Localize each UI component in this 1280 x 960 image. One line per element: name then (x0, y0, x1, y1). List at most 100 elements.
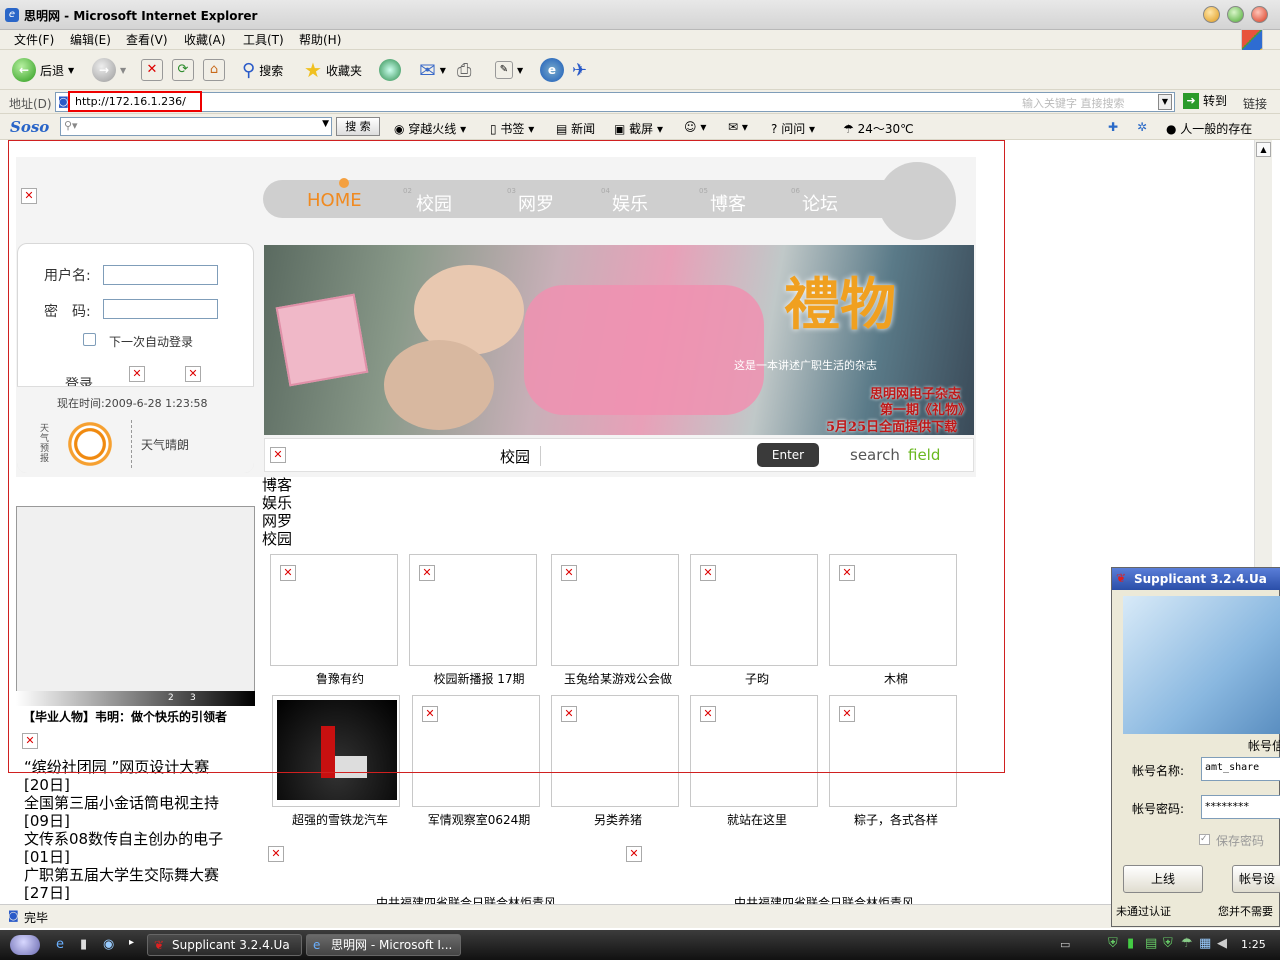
scroll-up-icon[interactable]: ▲ (1256, 142, 1271, 157)
network-tray-icon[interactable]: ▦ (1199, 936, 1211, 951)
ie-quicklaunch-icon[interactable]: e (56, 937, 64, 952)
menu-help[interactable]: 帮助(H) (297, 30, 343, 50)
keyboard-tray-icon[interactable]: ▭ (1060, 938, 1070, 951)
refresh-icon[interactable]: ⟳ (172, 59, 194, 81)
thumbnail[interactable]: ✕ (690, 695, 818, 807)
taskbar-item-ie[interactable]: e 思明网 - Microsoft I... (306, 934, 461, 956)
address-input[interactable] (55, 92, 1175, 112)
back-button[interactable]: ← 后退 ▼ (12, 56, 74, 84)
nav-entertainment[interactable]: 娱乐 (612, 190, 648, 216)
supplicant-window[interactable]: ❦ Supplicant 3.2.4.Ua 帐号信 帐号名称: amt_shar… (1111, 567, 1280, 927)
category-item[interactable]: 娱乐 (262, 494, 292, 512)
search-word[interactable]: search (850, 446, 900, 464)
menu-tools[interactable]: 工具(T) (241, 30, 286, 50)
links-label[interactable]: 链接 (1243, 95, 1267, 112)
password-input[interactable] (103, 299, 218, 319)
network-tray-icon[interactable]: ▤ (1145, 936, 1157, 951)
thumbnail[interactable]: ✕ (270, 554, 398, 666)
thumbnail-caption[interactable]: 就站在这里 (687, 811, 827, 828)
online-button[interactable]: 上线 (1123, 865, 1203, 893)
dropdown-arrow-icon[interactable]: ▼ (322, 119, 329, 129)
messenger-icon[interactable]: ✈ (572, 60, 587, 81)
home-icon[interactable]: ⌂ (203, 59, 225, 81)
menu-view[interactable]: 查看(V) (124, 30, 170, 50)
thumbnail[interactable]: ✕ (551, 695, 679, 807)
gear-icon[interactable]: ✲ (1137, 120, 1147, 134)
ie-icon[interactable]: e (540, 58, 564, 82)
thumbnail[interactable]: ✕ (829, 695, 957, 807)
thumbnail[interactable]: ✕ (409, 554, 537, 666)
search-button[interactable]: ⚲ 搜索 (242, 56, 283, 84)
soso-item-user[interactable]: ● 人一般的存在 (1166, 120, 1252, 137)
account-input[interactable]: amt_share (1201, 757, 1280, 781)
slideshow[interactable] (16, 506, 255, 706)
news-title[interactable]: “缤纷社团园 ”网页设计大赛 (24, 758, 209, 776)
field-word[interactable]: field (908, 446, 940, 464)
thumbnail-caption[interactable]: 军情观察室0624期 (409, 811, 549, 828)
emoticon-icon[interactable]: ☺ ▾ (684, 120, 706, 134)
soso-search-button[interactable]: 搜 索 (336, 117, 380, 136)
desktop-quicklaunch-icon[interactable]: ▮ (80, 937, 87, 952)
soso-item-news[interactable]: ▤ 新闻 (556, 120, 595, 137)
save-password-checkbox[interactable]: ✓ (1199, 834, 1210, 845)
menu-edit[interactable]: 编辑(E) (68, 30, 113, 50)
favorites-button[interactable]: ★ 收藏夹 (304, 56, 362, 84)
slide-page-3[interactable]: 3 (190, 693, 196, 703)
enter-button[interactable]: Enter (757, 443, 819, 467)
thumbnail[interactable]: ✕ (829, 554, 957, 666)
soso-item-weather[interactable]: ☂ 24～30℃ (843, 120, 914, 137)
window-titlebar[interactable]: e 思明网 - Microsoft Internet Explorer (0, 0, 1280, 30)
news-title[interactable]: 文传系08数传自主创办的电子 (24, 830, 223, 848)
forward-button[interactable]: → ▼ (92, 56, 126, 84)
quicklaunch-more-icon[interactable]: ▸ (129, 937, 134, 948)
category-item[interactable]: 博客 (262, 476, 292, 494)
taskbar-clock[interactable]: 1:25 (1241, 938, 1266, 951)
dropdown-arrow-icon[interactable]: ▼ (517, 66, 523, 75)
account-settings-button[interactable]: 帐号设 (1232, 865, 1280, 893)
thumbnail-caption[interactable]: 木棉 (826, 670, 966, 687)
nav-network[interactable]: 网罗 (518, 190, 554, 216)
soso-item-game[interactable]: ◉ 穿越火线 ▾ (394, 120, 466, 137)
news-title[interactable]: 全国第三届小金话筒电视主持 (24, 794, 219, 812)
soso-item-wenwen[interactable]: ? 问问 ▾ (771, 120, 815, 137)
soso-logo[interactable]: Soso (10, 118, 49, 136)
umbrella-tray-icon[interactable]: ☂ (1181, 936, 1193, 951)
search-category[interactable]: 校园 (500, 446, 530, 467)
media-quicklaunch-icon[interactable]: ◉ (103, 937, 114, 952)
thumbnail-caption[interactable]: 另类养猪 (548, 811, 688, 828)
nav-campus[interactable]: 校园 (416, 190, 452, 216)
auto-login-checkbox[interactable] (83, 333, 96, 346)
menu-favorites[interactable]: 收藏(A) (182, 30, 228, 50)
car-photo[interactable] (277, 700, 397, 800)
category-item[interactable]: 校园 (262, 530, 292, 548)
security-tray-icon[interactable]: ⛨ (1108, 936, 1118, 951)
dropdown-arrow-icon[interactable]: ▼ (440, 66, 446, 75)
thumbnail-caption[interactable]: 玉兔给某游戏公会做 (548, 670, 688, 687)
close-button[interactable] (1251, 6, 1268, 23)
broken-image-icon[interactable]: ✕ (129, 366, 145, 382)
thumbnail-caption[interactable]: 超强的雪铁龙汽车 (270, 811, 410, 828)
shield-tray-icon[interactable]: ⛨ (1163, 936, 1173, 951)
maximize-button[interactable] (1227, 6, 1244, 23)
bottom-news[interactable]: 中共福建四省联合日联合林炬青风 (734, 894, 914, 904)
thumbnail[interactable]: ✕ (551, 554, 679, 666)
thumbnail-caption[interactable]: 校园新播报 17期 (409, 670, 549, 687)
tray-icon[interactable]: ▮ (1127, 936, 1134, 951)
thumbnail-caption[interactable]: 鲁豫有约 (270, 670, 410, 687)
add-icon[interactable]: ✚ (1108, 120, 1118, 134)
bottom-news[interactable]: 中共福建四省联合日联合林炬青风 (376, 894, 556, 904)
volume-tray-icon[interactable]: ◀ (1217, 936, 1227, 951)
address-dropdown-icon[interactable]: ▼ (1158, 94, 1172, 110)
soso-search-input[interactable]: ⚲▾ ▼ (60, 117, 332, 136)
soso-item-bookmark[interactable]: ▯ 书签 ▾ (490, 120, 534, 137)
nav-home[interactable]: HOME (307, 190, 362, 211)
nav-blog[interactable]: 博客 (710, 190, 746, 216)
stop-icon[interactable]: ✕ (141, 59, 163, 81)
mail-icon[interactable]: ✉ (419, 58, 436, 82)
go-button[interactable]: ➜ 转到 (1183, 92, 1227, 109)
password-input[interactable]: ******** (1201, 795, 1280, 819)
mail-icon[interactable]: ✉ ▾ (728, 120, 748, 134)
dropdown-arrow-icon[interactable]: ▼ (68, 66, 74, 75)
username-input[interactable] (103, 265, 218, 285)
thumbnail[interactable]: ✕ (412, 695, 540, 807)
